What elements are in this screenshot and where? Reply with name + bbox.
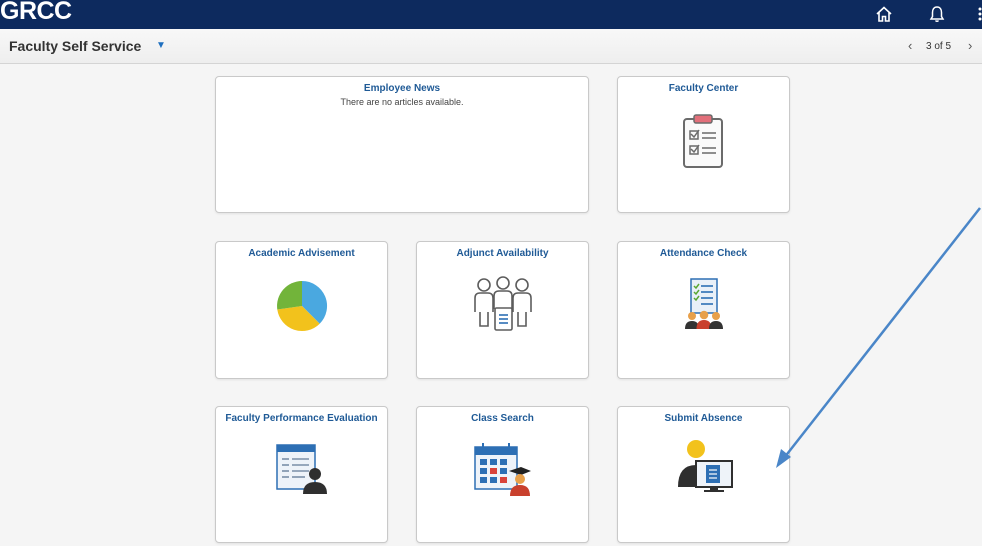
next-page-icon[interactable]: › xyxy=(968,38,972,53)
tile-title: Adjunct Availability xyxy=(456,248,549,259)
tile-employee-news[interactable]: Employee News There are no articles avai… xyxy=(215,76,589,213)
tile-title: Class Search xyxy=(471,413,534,424)
tile-class-search[interactable]: Class Search xyxy=(416,406,589,543)
more-options-icon[interactable] xyxy=(972,4,982,24)
tile-title: Faculty Center xyxy=(668,83,739,94)
page-header-bar: Faculty Self Service ▼ ‹ 3 of 5 › xyxy=(0,29,982,64)
chevron-down-icon[interactable]: ▼ xyxy=(156,40,166,51)
bell-icon[interactable] xyxy=(927,4,947,24)
tile-faculty-performance-evaluation[interactable]: Faculty Performance Evaluation xyxy=(215,406,388,543)
tile-title: Academic Advisement xyxy=(248,248,355,259)
tile-title: Attendance Check xyxy=(659,248,748,259)
people-document-icon xyxy=(474,276,532,331)
tile-attendance-check[interactable]: Attendance Check xyxy=(617,241,790,379)
clipboard-checklist-icon xyxy=(683,114,723,168)
news-message: There are no articles available. xyxy=(340,97,464,107)
tile-academic-advisement[interactable]: Academic Advisement xyxy=(215,241,388,379)
page-title[interactable]: Faculty Self Service xyxy=(9,38,141,54)
person-monitor-icon xyxy=(678,440,733,492)
calendar-graduate-icon xyxy=(474,443,531,496)
tile-submit-absence[interactable]: Submit Absence xyxy=(617,406,790,543)
document-person-icon xyxy=(276,444,327,494)
grcc-logo[interactable]: GRCC xyxy=(0,0,72,25)
tile-title: Submit Absence xyxy=(664,413,743,424)
tile-title: Employee News xyxy=(363,83,441,94)
tile-adjunct-availability[interactable]: Adjunct Availability xyxy=(416,241,589,379)
attendance-list-icon xyxy=(685,278,723,329)
pie-chart-icon xyxy=(277,280,328,331)
page-indicator: 3 of 5 xyxy=(926,41,952,52)
previous-page-icon[interactable]: ‹ xyxy=(908,38,912,53)
top-navigation-bar: GRCC xyxy=(0,0,982,29)
tile-title: Faculty Performance Evaluation xyxy=(225,413,378,424)
home-icon[interactable] xyxy=(874,4,894,24)
tile-faculty-center[interactable]: Faculty Center xyxy=(617,76,790,213)
